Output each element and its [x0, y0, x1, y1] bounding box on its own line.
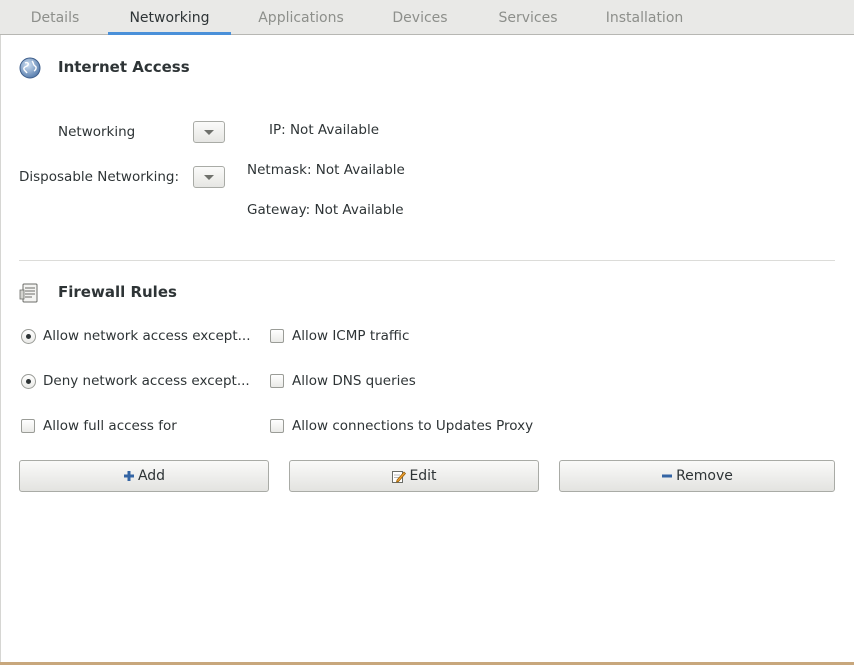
edit-button-label: Edit	[409, 468, 437, 484]
allow-full-access-label[interactable]: Allow full access for	[43, 418, 177, 434]
window-left-border	[0, 35, 1, 662]
pencil-edit-icon	[391, 469, 407, 484]
section-separator	[19, 260, 835, 261]
allow-icmp-label[interactable]: Allow ICMP traffic	[292, 328, 409, 344]
tab-services[interactable]: Services	[488, 0, 568, 35]
gateway-value: Gateway: Not Available	[247, 202, 404, 218]
allow-except-radio[interactable]	[21, 329, 36, 344]
minus-icon	[661, 470, 673, 482]
tab-bar: Details Networking Applications Devices …	[0, 0, 854, 35]
add-button[interactable]: Add	[19, 460, 269, 492]
disposable-networking-label: Disposable Networking:	[19, 169, 180, 185]
remove-button-label: Remove	[676, 468, 733, 484]
deny-except-radio[interactable]	[21, 374, 36, 389]
plus-icon	[123, 470, 135, 482]
firewall-document-icon	[19, 282, 41, 304]
allow-updates-proxy-label[interactable]: Allow connections to Updates Proxy	[292, 418, 533, 434]
internet-access-title: Internet Access	[58, 58, 190, 76]
disposable-networking-combo[interactable]	[193, 166, 225, 188]
add-button-label: Add	[137, 468, 166, 484]
allow-dns-label[interactable]: Allow DNS queries	[292, 373, 416, 389]
chevron-down-icon	[204, 130, 214, 135]
allow-except-label[interactable]: Allow network access except...	[43, 328, 251, 344]
allow-full-access-checkbox[interactable]	[21, 419, 35, 433]
tab-applications[interactable]: Applications	[248, 0, 354, 35]
allow-icmp-checkbox[interactable]	[270, 329, 284, 343]
tab-details[interactable]: Details	[19, 0, 91, 35]
networking-combo[interactable]	[193, 121, 225, 143]
globe-icon	[19, 57, 41, 79]
allow-updates-proxy-checkbox[interactable]	[270, 419, 284, 433]
remove-button[interactable]: Remove	[559, 460, 835, 492]
radio-selected-dot	[26, 379, 31, 384]
chevron-down-icon	[204, 175, 214, 180]
radio-selected-dot	[26, 334, 31, 339]
tab-devices[interactable]: Devices	[382, 0, 458, 35]
deny-except-label[interactable]: Deny network access except...	[43, 373, 250, 389]
firewall-rules-title: Firewall Rules	[58, 283, 177, 301]
allow-dns-checkbox[interactable]	[270, 374, 284, 388]
tab-networking[interactable]: Networking	[108, 0, 231, 35]
tab-installation[interactable]: Installation	[597, 0, 692, 35]
ip-value: IP: Not Available	[269, 122, 380, 138]
netmask-value: Netmask: Not Available	[247, 162, 405, 178]
edit-button[interactable]: Edit	[289, 460, 539, 492]
networking-label: Networking	[58, 124, 136, 140]
